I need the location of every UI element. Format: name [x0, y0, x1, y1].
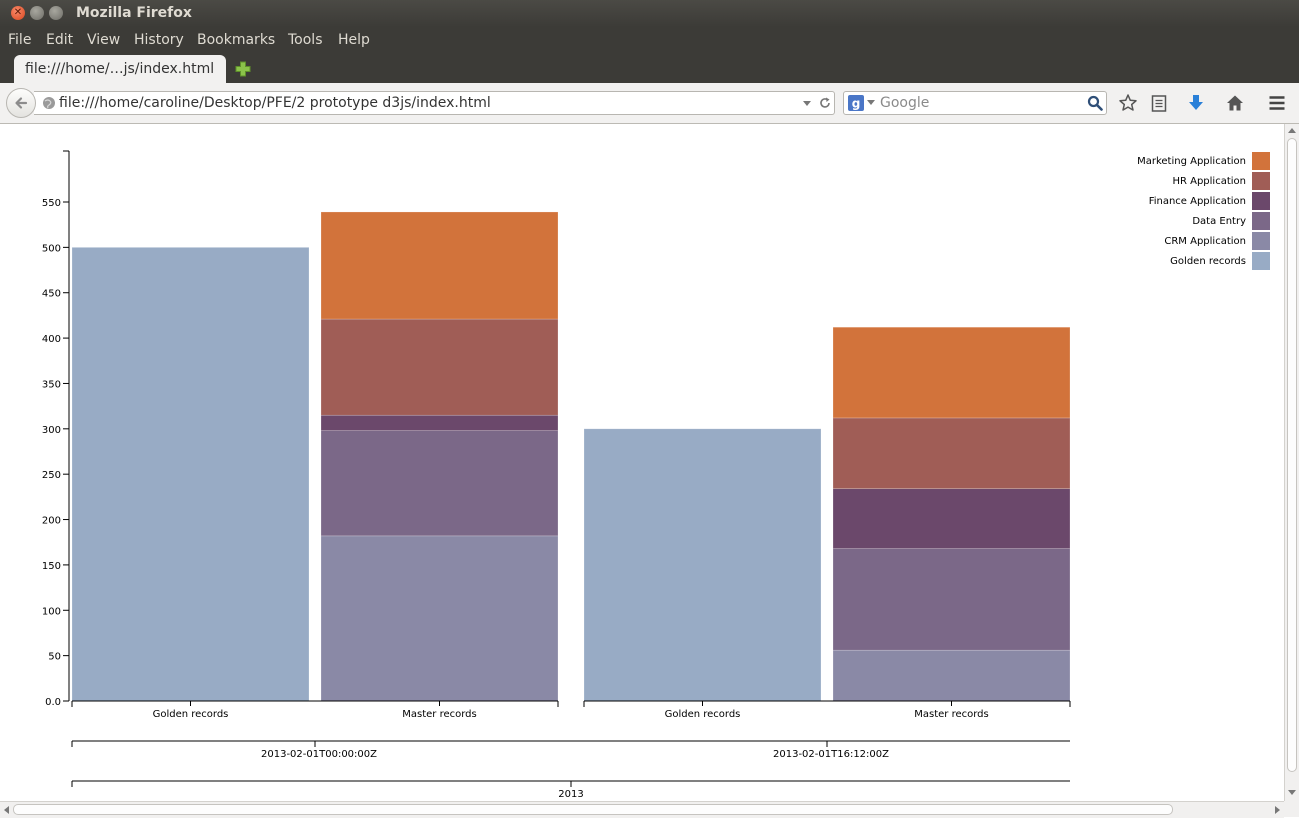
y-tick-label: 0.0 — [45, 697, 61, 708]
chevron-down-icon[interactable] — [802, 100, 812, 107]
reload-icon[interactable] — [818, 96, 832, 110]
search-engine-dropdown-icon[interactable] — [867, 100, 875, 106]
tab-title: file:///home/…js/index.html — [25, 61, 215, 77]
search-input[interactable]: Google — [880, 95, 929, 111]
y-tick-label: 550 — [42, 198, 61, 209]
scroll-up-icon[interactable] — [1288, 127, 1296, 135]
x-tick-label: Golden records — [665, 709, 741, 720]
menu-help[interactable]: Help — [338, 32, 370, 48]
star-icon[interactable] — [1118, 93, 1138, 113]
home-icon[interactable] — [1225, 93, 1245, 113]
window-maximize-button[interactable] — [49, 6, 63, 20]
y-tick-label: 450 — [42, 289, 61, 300]
window-close-button[interactable]: ✕ — [11, 6, 25, 20]
x-tick-label: Master records — [402, 709, 476, 720]
window-minimize-button[interactable] — [30, 6, 44, 20]
group-label: 2013-02-01T00:00:00Z — [261, 749, 377, 760]
menu-history[interactable]: History — [134, 32, 184, 48]
legend-label: Golden records — [1170, 256, 1246, 267]
window-title: Mozilla Firefox — [76, 5, 192, 21]
search-bar[interactable]: g Google — [843, 91, 1107, 115]
y-tick-label: 300 — [42, 425, 61, 436]
y-tick-label: 250 — [42, 470, 61, 481]
bar-segment — [320, 430, 559, 537]
tab-strip: file:///home/…js/index.html — [0, 54, 1299, 83]
y-tick-label: 50 — [48, 652, 61, 663]
y-tick-label: 200 — [42, 516, 61, 527]
bar-segment — [832, 488, 1071, 549]
x-tick-label: Golden records — [153, 709, 229, 720]
globe-icon[interactable] — [42, 96, 56, 110]
google-icon[interactable]: g — [848, 95, 864, 111]
menu-file[interactable]: File — [8, 32, 31, 48]
bar-segment — [320, 211, 559, 320]
y-tick-label: 100 — [42, 606, 61, 617]
legend-label: HR Application — [1172, 176, 1246, 187]
group-label: 2013-02-01T16:12:00Z — [773, 749, 889, 760]
clipboard-icon[interactable] — [1149, 93, 1169, 113]
svg-text:g: g — [852, 97, 861, 111]
horizontal-scroll-thumb[interactable] — [13, 804, 1173, 815]
legend-swatch — [1252, 252, 1270, 270]
legend-swatch — [1252, 172, 1270, 190]
page-content: 0.0 50 100 150 200 250 300 350 400 450 500 550 Golde… — [0, 124, 1284, 801]
bar-segment — [71, 247, 310, 702]
menu-view[interactable]: View — [87, 32, 120, 48]
scrollbar-corner — [1284, 801, 1299, 817]
menu-bar: File Edit View History Bookmarks Tools H… — [0, 27, 1299, 54]
legend-swatch — [1252, 152, 1270, 170]
legend-label: Data Entry — [1192, 216, 1246, 227]
y-tick-label: 400 — [42, 334, 61, 345]
legend-swatch — [1252, 232, 1270, 250]
legend-label: CRM Application — [1164, 236, 1246, 247]
bar-segment — [832, 548, 1071, 651]
tab-active[interactable]: file:///home/…js/index.html — [14, 55, 226, 83]
legend-swatch — [1252, 192, 1270, 210]
hamburger-icon[interactable] — [1267, 93, 1287, 113]
download-arrow-icon[interactable] — [1186, 93, 1206, 113]
plus-icon[interactable] — [234, 60, 252, 78]
bar-segment — [320, 414, 559, 431]
vertical-scroll-thumb[interactable] — [1287, 138, 1297, 772]
vertical-scrollbar[interactable] — [1284, 124, 1299, 801]
bar-segment — [832, 649, 1071, 702]
legend-swatch — [1252, 212, 1270, 230]
bar-segment — [320, 318, 559, 416]
url-input[interactable]: file:///home/caroline/Desktop/PFE/2 prot… — [59, 95, 491, 111]
horizontal-scrollbar[interactable] — [0, 801, 1284, 818]
bar-segment — [320, 535, 559, 702]
x-tick-label: Master records — [914, 709, 988, 720]
scroll-down-icon[interactable] — [1288, 788, 1296, 796]
bar-segment — [583, 428, 822, 702]
scroll-left-icon[interactable] — [3, 806, 11, 814]
bar-segment — [832, 417, 1071, 489]
back-button[interactable] — [6, 88, 36, 118]
scroll-right-icon[interactable] — [1273, 806, 1281, 814]
navigation-toolbar: file:///home/caroline/Desktop/PFE/2 prot… — [0, 83, 1299, 124]
stacked-bar-chart: 0.0 50 100 150 200 250 300 350 400 450 500 550 Golde… — [42, 150, 1270, 800]
back-arrow-icon — [15, 97, 28, 109]
y-tick-label: 500 — [42, 243, 61, 254]
y-tick-label: 150 — [42, 561, 61, 572]
search-icon[interactable] — [1087, 95, 1103, 111]
bar-segment — [832, 326, 1071, 419]
year-label: 2013 — [558, 789, 583, 800]
y-tick-label: 350 — [42, 379, 61, 390]
menu-bookmarks[interactable]: Bookmarks — [197, 32, 275, 48]
window-titlebar: ✕ Mozilla Firefox — [0, 0, 1299, 27]
menu-tools[interactable]: Tools — [288, 32, 323, 48]
menu-edit[interactable]: Edit — [46, 32, 73, 48]
url-bar[interactable]: file:///home/caroline/Desktop/PFE/2 prot… — [34, 91, 835, 115]
legend-label: Marketing Application — [1137, 156, 1246, 167]
legend-label: Finance Application — [1149, 196, 1246, 207]
